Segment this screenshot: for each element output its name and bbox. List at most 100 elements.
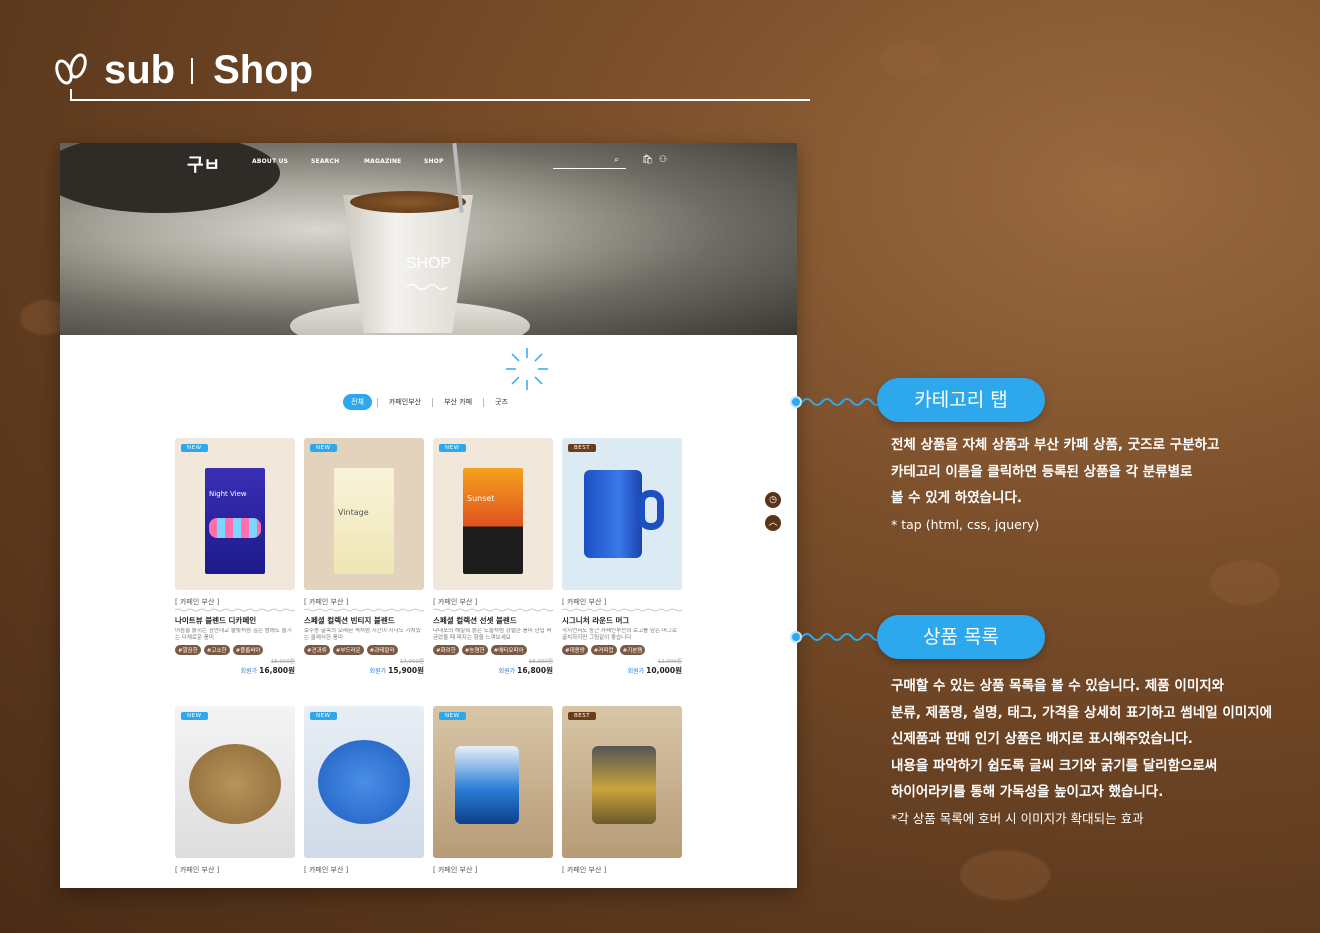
product-card[interactable]: BEST [ 카페인 부산 ] 시그니처 라운드 머그 각지언서도 둥근 카페인… bbox=[562, 438, 682, 676]
mug-image bbox=[592, 746, 656, 824]
annotation-text-2: 구매할 수 있는 상품 목록을 볼 수 있습니다. 제품 이미지와 분류, 제품… bbox=[891, 678, 1273, 826]
scroll-top-button[interactable]: ︿ bbox=[765, 515, 781, 531]
new-badge: NEW bbox=[439, 712, 466, 720]
hero-title: SHOP bbox=[405, 255, 452, 272]
product-thumbnail[interactable]: NEW bbox=[175, 706, 295, 858]
product-tag[interactable]: #과테말라 bbox=[366, 645, 398, 655]
mug-image bbox=[455, 746, 519, 824]
sale-price: 회원가 16,800원 bbox=[498, 666, 553, 675]
product-thumbnail[interactable]: Sunset NEW bbox=[433, 438, 553, 590]
tab-cafein-busan[interactable]: 카페인부산 bbox=[383, 395, 427, 409]
product-tag[interactable]: #부드러운 bbox=[332, 645, 364, 655]
product-thumbnail[interactable]: NEW bbox=[304, 706, 424, 858]
sale-price: 회원가 10,000원 bbox=[627, 666, 682, 675]
product-tag[interactable]: #에티오피아 bbox=[490, 645, 527, 655]
nav-search[interactable]: SEARCH bbox=[311, 158, 339, 165]
product-tag[interactable]: #플롭비아 bbox=[232, 645, 264, 655]
product-desc: 보수동 골목의 오래된 책처럼 시간이 지나도 가치있는 클래식한 풍미 bbox=[304, 628, 421, 641]
sale-price: 회원가 15,900원 bbox=[369, 666, 424, 675]
site-nav: 구ㅂ ABOUT US SEARCH MAGAZINE SHOP ⌕ 🛍 ⚇ bbox=[60, 143, 797, 181]
product-thumbnail[interactable]: BEST bbox=[562, 706, 682, 858]
site-logo[interactable]: 구ㅂ bbox=[187, 151, 220, 177]
product-thumbnail[interactable]: BEST bbox=[562, 438, 682, 590]
product-name[interactable]: 스페셜 컬렉션 빈티지 블렌드 bbox=[304, 615, 424, 626]
product-desc: 어둠을 밝히는 광안대교 불빛처럼 깊은 밤에도 즐기는 다채로운 풍미 bbox=[175, 628, 292, 641]
page-header: sub Shop bbox=[52, 48, 313, 93]
product-tag[interactable]: #고소한 bbox=[203, 645, 230, 655]
product-desc: 다대포의 해질녘 붉은 노을처럼 강렬한 풍미 한입 머금었을 때 퍼지는 향을… bbox=[433, 628, 552, 641]
product-category: [ 카페인 부산 ] bbox=[304, 866, 349, 874]
cart-icon[interactable]: 🛍 bbox=[642, 155, 653, 165]
product-thumbnail[interactable]: NEW bbox=[433, 706, 553, 858]
product-category: [ 카페인 부산 ] bbox=[175, 866, 220, 874]
product-name[interactable]: 스페셜 컬렉션 선셋 블렌드 bbox=[433, 615, 553, 626]
divider-wave bbox=[304, 608, 424, 612]
original-price: 18,000원 bbox=[528, 659, 553, 665]
tab-busan-cafe[interactable]: 부산 카페 bbox=[438, 395, 478, 409]
annotation-text-1: 전체 상품을 자체 상품과 부산 카페 상품, 굿즈로 구분하고 카테고리 이름… bbox=[891, 437, 1220, 532]
product-card[interactable]: BEST [ 카페인 부산 ] bbox=[562, 706, 682, 875]
new-badge: NEW bbox=[181, 712, 208, 720]
original-price: 17,000원 bbox=[399, 659, 424, 665]
category-tab-pill: 카테고리 탭 bbox=[877, 378, 1045, 422]
product-name[interactable]: 시그니처 라운드 머그 bbox=[562, 615, 682, 626]
product-category: [ 카페인 부산 ] bbox=[562, 866, 607, 874]
background-bean bbox=[960, 850, 1050, 900]
nav-shop[interactable]: SHOP bbox=[424, 158, 444, 165]
product-thumbnail[interactable]: Night View NEW bbox=[175, 438, 295, 590]
user-icon[interactable]: ⚇ bbox=[659, 155, 667, 165]
product-tag[interactable]: #깔끔한 bbox=[175, 645, 201, 655]
product-tag[interactable]: #화려한 bbox=[433, 645, 459, 655]
original-price: 18,000원 bbox=[270, 659, 295, 665]
product-card[interactable]: NEW [ 카페인 부산 ] bbox=[433, 706, 553, 875]
product-name[interactable]: 나이트뷰 블렌드 디카페인 bbox=[175, 615, 295, 626]
annotation-dot bbox=[790, 396, 802, 408]
sun-burst-icon bbox=[506, 348, 548, 390]
background-bean bbox=[880, 40, 940, 80]
product-card[interactable]: NEW [ 카페인 부산 ] bbox=[175, 706, 295, 875]
coffee-bag-image: Vintage bbox=[334, 468, 394, 574]
hero-banner: 구ㅂ ABOUT US SEARCH MAGAZINE SHOP ⌕ 🛍 ⚇ S… bbox=[60, 143, 797, 335]
background-bean bbox=[1210, 560, 1280, 605]
coffee-bag-image: Night View bbox=[205, 468, 265, 574]
recent-view-button[interactable]: ◷ bbox=[765, 492, 781, 508]
category-tabs: 전체 카페인부산 부산 카페 굿즈 bbox=[60, 394, 797, 410]
nav-about-us[interactable]: ABOUT US bbox=[252, 158, 288, 165]
product-category: [ 카페인 부산 ] bbox=[562, 598, 607, 606]
product-tag[interactable]: #농염한 bbox=[461, 645, 488, 655]
product-category: [ 카페인 부산 ] bbox=[304, 598, 349, 606]
tab-all[interactable]: 전체 bbox=[343, 394, 372, 410]
product-card[interactable]: Sunset NEW [ 카페인 부산 ] 스페셜 컬렉션 선셋 블렌드 다대포… bbox=[433, 438, 553, 676]
annotation-dot bbox=[790, 631, 802, 643]
divider-wave bbox=[433, 608, 553, 612]
nav-magazine[interactable]: MAGAZINE bbox=[364, 158, 402, 165]
coffee-bean-icon bbox=[52, 50, 90, 91]
product-desc: 각지언서도 둥근 카페인부산의 로고를 담은 머그로 골치하지만 그림같이 좋습… bbox=[562, 628, 678, 641]
header-shop: Shop bbox=[213, 48, 314, 92]
product-category: [ 카페인 부산 ] bbox=[175, 598, 220, 606]
search-icon[interactable]: ⌕ bbox=[614, 155, 619, 165]
new-badge: NEW bbox=[439, 444, 466, 452]
product-card[interactable]: Vintage NEW [ 카페인 부산 ] 스페셜 컬렉션 빈티지 블렌드 보… bbox=[304, 438, 424, 676]
new-badge: NEW bbox=[310, 444, 337, 452]
original-price: 12,000원 bbox=[657, 659, 682, 665]
product-tag[interactable]: #대용량 bbox=[562, 645, 588, 655]
product-list-pill: 상품 목록 bbox=[877, 615, 1045, 659]
product-category: [ 카페인 부산 ] bbox=[433, 598, 478, 606]
divider-wave bbox=[175, 608, 295, 612]
new-badge: NEW bbox=[181, 444, 208, 452]
mug-image bbox=[584, 470, 642, 558]
product-tag[interactable]: #기본템 bbox=[619, 645, 646, 655]
product-tag[interactable]: #견과류 bbox=[304, 645, 330, 655]
header-sub: sub bbox=[104, 48, 176, 92]
best-badge: BEST bbox=[568, 444, 597, 452]
background-bean bbox=[1100, 120, 1180, 170]
product-tag[interactable]: #커피컵 bbox=[590, 645, 617, 655]
product-card[interactable]: NEW [ 카페인 부산 ] bbox=[304, 706, 424, 875]
hero-coffee bbox=[350, 191, 466, 213]
product-thumbnail[interactable]: Vintage NEW bbox=[304, 438, 424, 590]
tab-goods[interactable]: 굿즈 bbox=[489, 395, 514, 409]
hero-wave-icon bbox=[406, 283, 448, 291]
sale-price: 회원가 16,800원 bbox=[240, 666, 295, 675]
product-card[interactable]: Night View NEW [ 카페인 부산 ] 나이트뷰 블렌드 디카페인 … bbox=[175, 438, 295, 676]
